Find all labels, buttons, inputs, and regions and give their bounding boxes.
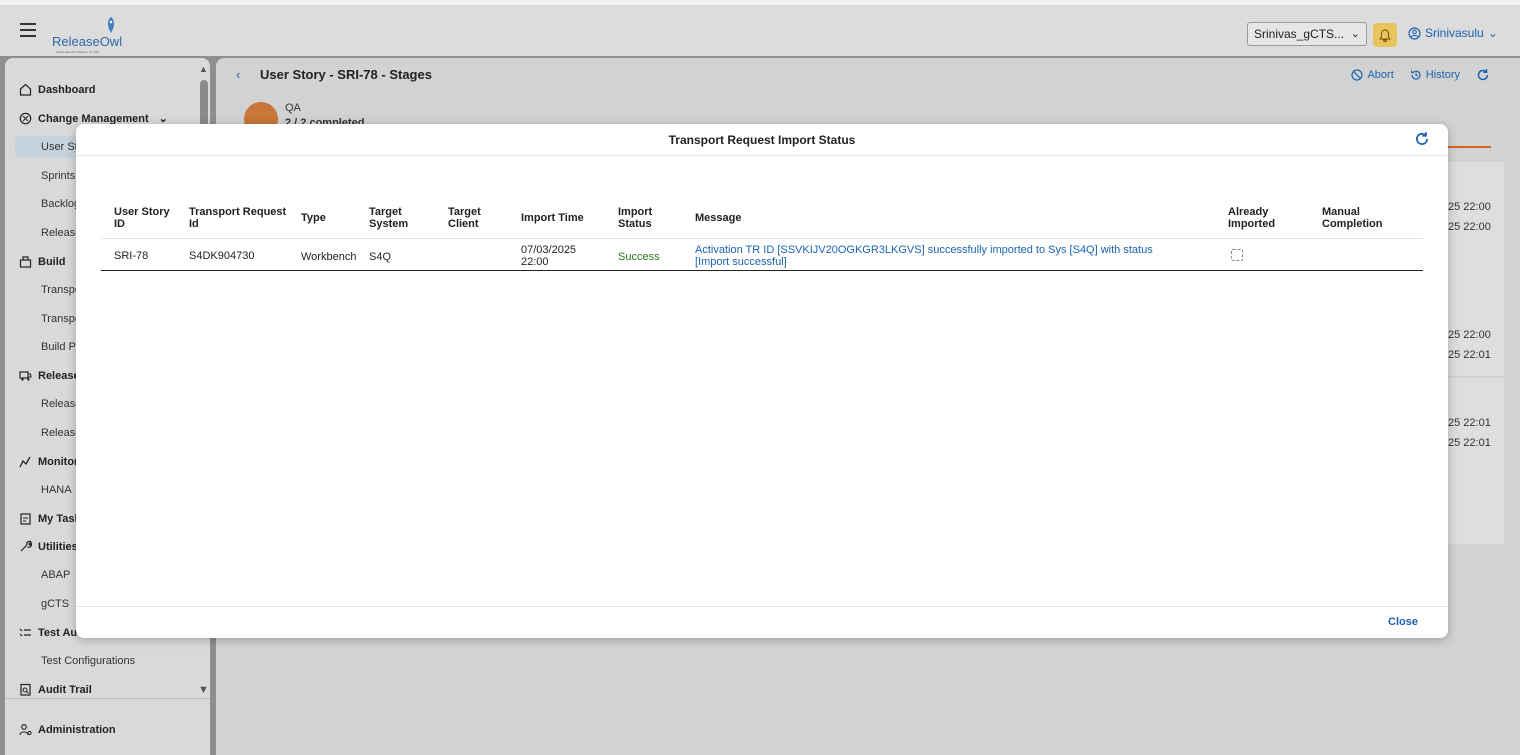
home-icon (19, 83, 32, 96)
sidebar-divider (5, 698, 210, 699)
sidebar-item-label: Change Management (38, 112, 149, 125)
cell-import-status: Success (618, 251, 660, 263)
logo[interactable]: ReleaseOwl Native DevOps Platform for SA… (52, 14, 132, 54)
scroll-up-icon[interactable]: ▲ (199, 64, 208, 74)
cell-tr-id: S4DK904730 (189, 250, 255, 262)
dialog-header: Transport Request Import Status (76, 124, 1448, 156)
cell-message-link[interactable]: Activation TR ID [SSVKIJV20OGKGR3LKGVS] … (695, 244, 1165, 268)
chevron-down-icon: ⌄ (1350, 28, 1360, 40)
header-actions: Abort History (1351, 68, 1490, 82)
column-header: Already Imported (1228, 206, 1276, 230)
sidebar-item-label: Utilities (38, 540, 78, 553)
sidebar-item-administration[interactable]: Administration (19, 723, 116, 736)
table-row[interactable]: SRI-78 S4DK904730 Workbench S4Q 07/03/20… (101, 239, 1423, 271)
history-icon (1410, 70, 1421, 80)
import-status-dialog: Transport Request Import Status User Sto… (76, 124, 1448, 638)
sidebar-item-audit-trail[interactable]: Audit Trail (19, 683, 92, 696)
page-refresh-button[interactable] (1476, 68, 1490, 82)
stage-time: 25 22:01 (1448, 417, 1491, 429)
shell-bar: ReleaseOwl Native DevOps Platform for SA… (0, 0, 1520, 56)
sidebar-item-build[interactable]: Build (19, 255, 66, 268)
sidebar-item-utilities[interactable]: Utilities (19, 540, 78, 553)
audit-icon (20, 683, 31, 696)
cancel-icon (1351, 69, 1364, 81)
sidebar-item-label: Dashboard (38, 83, 96, 96)
logo-tagline: Native DevOps Platform for SAP (56, 50, 100, 54)
dialog-footer-divider (76, 606, 1448, 607)
scroll-down-icon[interactable]: ▼ (198, 684, 209, 696)
column-header: Message (695, 212, 742, 224)
close-button[interactable]: Close (1388, 616, 1418, 628)
sidebar-item-abap[interactable]: ABAP (41, 569, 70, 581)
sidebar-item-label: HANA (41, 484, 72, 496)
tasks-icon (20, 513, 31, 525)
column-header: Type (301, 212, 326, 224)
sidebar-item-label: Sprints (41, 170, 76, 182)
owl-logo-icon (107, 17, 115, 33)
test-icon (19, 628, 31, 637)
sidebar-item-test-configurations[interactable]: Test Configurations (41, 655, 135, 667)
sidebar-item-label: Backlog (41, 198, 81, 210)
table-header: User Story ID Transport Request Id Type … (101, 202, 1423, 239)
cell-target-system: S4Q (369, 251, 392, 263)
column-header: Transport Request Id (189, 206, 287, 230)
column-header: Manual Completion (1322, 206, 1383, 230)
chevron-down-icon: ⌄ (1487, 26, 1498, 40)
bell-icon (1379, 28, 1391, 42)
logo-text: ReleaseOwl (52, 34, 123, 49)
cell-import-time: 07/03/2025 22:00 (521, 244, 577, 268)
already-imported-checkbox[interactable] (1231, 249, 1243, 261)
column-header: Target Client (448, 206, 481, 230)
page-header: ‹ User Story - SRI-78 - Stages Abort His… (216, 58, 1520, 92)
stage-time: 25 22:00 (1448, 221, 1491, 233)
column-header: Target System (369, 206, 409, 230)
sidebar-item-label: gCTS (41, 598, 70, 610)
refresh-icon (1477, 69, 1489, 81)
history-button[interactable]: History (1410, 69, 1460, 81)
refresh-icon[interactable] (1414, 131, 1430, 147)
column-header: Import Time (521, 212, 584, 224)
user-name: Srinivasulu (1425, 26, 1484, 40)
monitor-icon (19, 456, 31, 468)
sidebar-item-label: Build (38, 255, 66, 268)
user-icon (1408, 26, 1421, 40)
build-icon (19, 256, 32, 268)
user-menu[interactable]: Srinivasulu ⌄ (1408, 26, 1498, 40)
page-title: User Story - SRI-78 - Stages (260, 67, 432, 82)
sidebar-item-sprints[interactable]: Sprints (41, 170, 75, 182)
project-select[interactable]: Srinivas_gCTS... ⌄ (1247, 22, 1367, 46)
history-label: History (1425, 69, 1460, 81)
sidebar-item-dashboard[interactable]: Dashboard (19, 83, 95, 96)
stage-time: 25 22:00 (1448, 329, 1491, 341)
column-header: Import Status (618, 206, 653, 230)
stage-time: 25 22:01 (1448, 437, 1491, 449)
stage-name: QA (285, 102, 301, 114)
stage-time: 25 22:00 (1448, 201, 1491, 213)
sidebar-item-gcts[interactable]: gCTS (41, 598, 69, 610)
change-management-icon (19, 112, 32, 125)
menu-icon[interactable] (20, 23, 36, 37)
abort-label: Abort (1367, 69, 1394, 81)
notifications-button[interactable] (1373, 23, 1397, 47)
sidebar-item-label: Test Configurations (41, 655, 136, 667)
abort-button[interactable]: Abort (1351, 69, 1394, 81)
column-header: User Story ID (114, 206, 170, 230)
sidebar-item-label: Administration (38, 723, 116, 736)
admin-icon (19, 724, 32, 736)
sidebar-item-release[interactable]: Release (19, 369, 80, 382)
sidebar-item-label: ABAP (41, 569, 71, 581)
utilities-icon (20, 540, 32, 552)
sidebar-item-hana[interactable]: HANA (41, 484, 72, 496)
sidebar-item-label: Audit Trail (38, 683, 92, 696)
sidebar-item-label: Release (38, 369, 80, 382)
sidebar-item-backlog[interactable]: Backlog (41, 198, 80, 210)
cell-type: Workbench (301, 251, 357, 263)
dialog-title: Transport Request Import Status (668, 133, 856, 147)
cell-user-story-id: SRI-78 (114, 250, 149, 262)
release-icon (19, 371, 32, 381)
back-icon[interactable]: ‹ (236, 67, 240, 82)
stage-time: 25 22:01 (1448, 349, 1491, 361)
project-select-value: Srinivas_gCTS... (1254, 27, 1345, 41)
